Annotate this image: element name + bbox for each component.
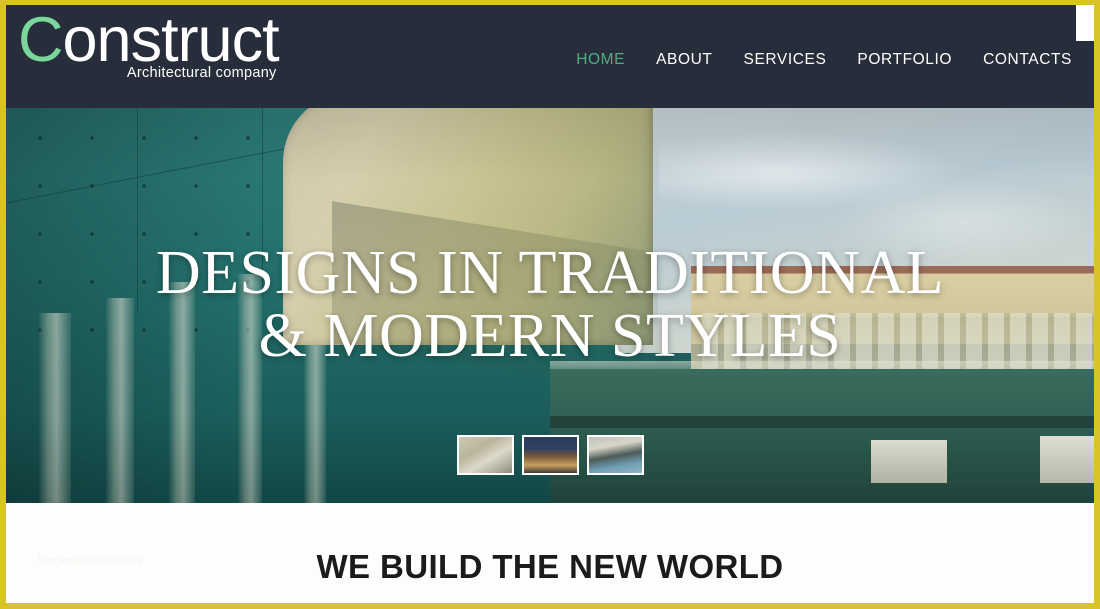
nav-item-home[interactable]: HOME [576, 51, 625, 69]
site-header: Construct Architectural company HOME ABO… [6, 5, 1094, 108]
intro-section: free website templates WE BUILD THE NEW … [6, 503, 1094, 603]
thumbnail-modern-villa[interactable] [586, 435, 644, 475]
section-heading: WE BUILD THE NEW WORLD [316, 548, 784, 585]
thumbnail-image [458, 437, 512, 473]
nav-item-contacts[interactable]: CONTACTS [983, 51, 1072, 69]
logo-lead-letter: C [18, 5, 63, 75]
nav-item-portfolio[interactable]: PORTFOLIO [857, 51, 952, 69]
hero-banner: DESIGNS IN TRADITIONAL & MODERN STYLES [6, 108, 1094, 503]
thumbnail-image [588, 437, 642, 473]
logo-wordmark: Construct [18, 9, 280, 72]
thumbnail-image [523, 437, 577, 473]
main-navigation: HOME ABOUT SERVICES PORTFOLIO CONTACTS [576, 51, 1072, 69]
nav-item-services[interactable]: SERVICES [744, 51, 827, 69]
thumbnail-concrete-interior[interactable] [456, 435, 514, 475]
thumbnail-dusk-house[interactable] [521, 435, 579, 475]
hero-heading-line-2: & MODERN STYLES [258, 301, 842, 370]
hero-caption: DESIGNS IN TRADITIONAL & MODERN STYLES [6, 242, 1094, 367]
hero-thumbnail-carousel [6, 435, 1094, 475]
nav-item-about[interactable]: ABOUT [656, 51, 712, 69]
hero-heading-line-1: DESIGNS IN TRADITIONAL [155, 239, 945, 307]
scrollbar-corner-stub [1076, 5, 1094, 41]
page-canvas: Construct Architectural company HOME ABO… [6, 5, 1094, 603]
brand-logo[interactable]: Construct Architectural company [18, 9, 280, 81]
hero-heading: DESIGNS IN TRADITIONAL & MODERN STYLES [6, 242, 1094, 367]
page-frame: Construct Architectural company HOME ABO… [0, 0, 1100, 609]
